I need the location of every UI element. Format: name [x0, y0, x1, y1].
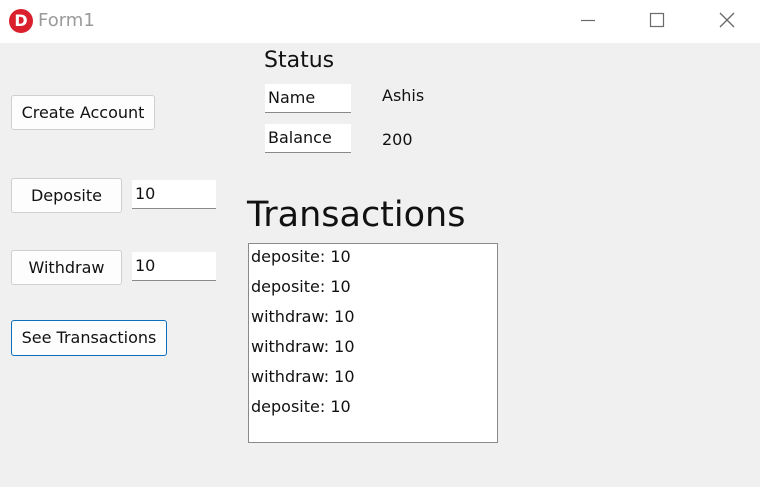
title-bar: D Form1	[0, 0, 760, 43]
withdraw-button[interactable]: Withdraw	[11, 250, 122, 285]
close-icon	[719, 12, 735, 28]
deposite-button[interactable]: Deposite	[11, 178, 122, 213]
status-heading: Status	[264, 48, 335, 73]
transactions-listbox[interactable]: deposite: 10 deposite: 10 withdraw: 10 w…	[248, 243, 498, 443]
transactions-heading: Transactions	[247, 195, 466, 235]
see-transactions-button[interactable]: See Transactions	[11, 320, 167, 356]
list-item[interactable]: deposite: 10	[251, 247, 351, 266]
window-title: Form1	[38, 10, 95, 31]
list-item[interactable]: withdraw: 10	[251, 337, 355, 356]
withdraw-amount-input[interactable]: 10	[132, 252, 216, 281]
maximize-button[interactable]	[622, 0, 692, 43]
close-button[interactable]	[692, 0, 760, 43]
maximize-icon	[649, 12, 665, 28]
name-field[interactable]: Name	[265, 84, 351, 113]
balance-field[interactable]: Balance	[265, 124, 351, 153]
minimize-icon	[581, 19, 595, 22]
minimize-button[interactable]	[553, 0, 623, 43]
app-logo-letter: D	[14, 11, 28, 30]
list-item[interactable]: deposite: 10	[251, 277, 351, 296]
deposite-amount-input[interactable]: 10	[132, 180, 216, 209]
list-item[interactable]: withdraw: 10	[251, 307, 355, 326]
list-item[interactable]: withdraw: 10	[251, 367, 355, 386]
name-value: Ashis	[382, 86, 425, 105]
balance-value: 200	[382, 130, 413, 149]
create-account-button[interactable]: Create Account	[11, 95, 155, 130]
app-logo-icon: D	[9, 9, 33, 33]
list-item[interactable]: deposite: 10	[251, 397, 351, 416]
